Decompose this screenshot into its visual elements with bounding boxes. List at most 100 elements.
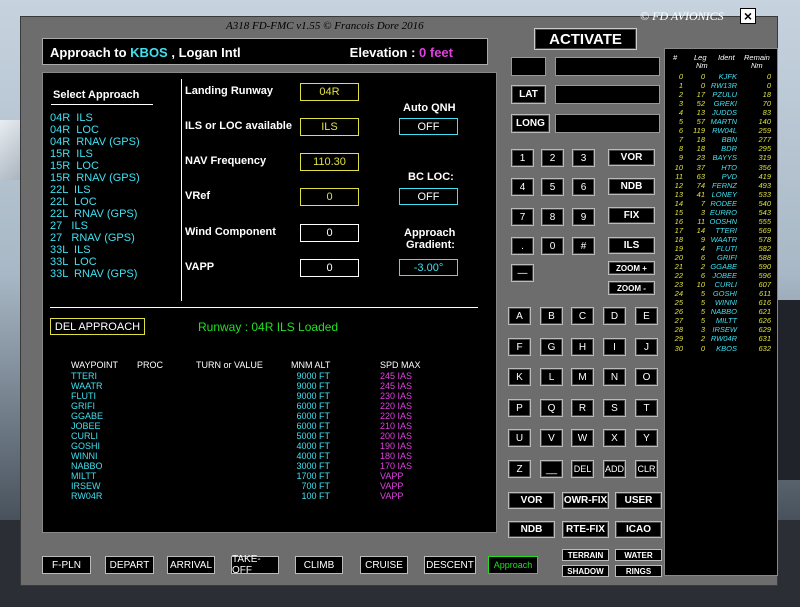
letter-key[interactable]: I xyxy=(603,338,626,356)
zoom-out-button[interactable]: ZOOM - xyxy=(608,281,655,295)
tab-approach[interactable]: Approach xyxy=(488,556,538,574)
close-button[interactable]: × xyxy=(740,8,756,24)
letter-key[interactable]: CLR xyxy=(635,460,658,478)
approach-item[interactable]: 27 ILS xyxy=(50,220,140,232)
letter-key[interactable]: S xyxy=(603,399,626,417)
letter-key[interactable]: A xyxy=(508,307,531,325)
digit-key[interactable]: 9 xyxy=(572,208,595,226)
leg-row[interactable]: 29 2 RW04R 631 xyxy=(665,334,779,343)
table-row[interactable]: TTERI 9000 FT 245 IAS xyxy=(43,371,498,381)
letter-key[interactable]: T xyxy=(635,399,658,417)
digit-key[interactable]: # xyxy=(572,237,595,255)
rings-button[interactable]: RINGS xyxy=(615,565,662,577)
owr-fix-button[interactable]: OWR-FIX xyxy=(562,492,609,509)
approach-item[interactable]: 22L ILS xyxy=(50,184,140,196)
table-row[interactable]: GGABE 6000 FT 220 IAS xyxy=(43,411,498,421)
table-row[interactable]: JOBEE 6000 FT 210 IAS xyxy=(43,421,498,431)
icao-button[interactable]: ICAO xyxy=(615,521,662,538)
leg-row[interactable]: 18 9 WAATR 578 xyxy=(665,235,779,244)
digit-key[interactable]: 4 xyxy=(511,178,534,196)
table-row[interactable]: IRSEW 700 FT VAPP xyxy=(43,481,498,491)
activate-button[interactable]: ACTIVATE xyxy=(534,28,637,50)
tab-take-off[interactable]: TAKE-OFF xyxy=(231,554,279,576)
leg-row[interactable]: 17 14 TTERI 569 xyxy=(665,226,779,235)
leg-row[interactable]: 21 2 GGABE 590 xyxy=(665,262,779,271)
approach-item[interactable]: 33L RNAV (GPS) xyxy=(50,268,140,280)
vref-field[interactable]: 0 xyxy=(300,188,359,206)
approach-item[interactable]: 04R ILS xyxy=(50,112,140,124)
leg-row[interactable]: 6 119 RW04L 259 xyxy=(665,126,779,135)
long-button[interactable]: LONG xyxy=(511,114,550,133)
approach-item[interactable]: 15R LOC xyxy=(50,160,140,172)
letter-key[interactable]: Y xyxy=(635,429,658,447)
letter-key[interactable]: O xyxy=(635,368,658,386)
table-row[interactable]: WINNI 4000 FT 180 IAS xyxy=(43,451,498,461)
vor-filter-button[interactable]: VOR xyxy=(508,492,555,509)
tab-f-pln[interactable]: F-PLN xyxy=(42,556,91,574)
tab-arrival[interactable]: ARRIVAL xyxy=(167,556,215,574)
table-row[interactable]: MILTT 1700 FT VAPP xyxy=(43,471,498,481)
letter-key[interactable]: C xyxy=(571,307,594,325)
approach-item[interactable]: 04R LOC xyxy=(50,124,140,136)
leg-row[interactable]: 15 3 EURRO 543 xyxy=(665,208,779,217)
letter-key[interactable]: Q xyxy=(540,399,563,417)
del-approach-button[interactable]: DEL APPROACH xyxy=(50,318,145,335)
letter-key[interactable]: V xyxy=(540,429,563,447)
letter-key[interactable]: B xyxy=(540,307,563,325)
letter-key[interactable]: U xyxy=(508,429,531,447)
digit-key[interactable]: 1 xyxy=(511,149,534,167)
letter-key[interactable]: X xyxy=(603,429,626,447)
table-row[interactable]: RW04R 100 FT VAPP xyxy=(43,491,498,501)
approach-item[interactable]: 33L LOC xyxy=(50,256,140,268)
tab-descent[interactable]: DESCENT xyxy=(424,556,476,574)
leg-row[interactable]: 5 57 MARTN 140 xyxy=(665,117,779,126)
letter-key[interactable]: N xyxy=(603,368,626,386)
leg-row[interactable]: 27 5 MILTT 626 xyxy=(665,316,779,325)
digit-key[interactable]: 6 xyxy=(572,178,595,196)
lat-button[interactable]: LAT xyxy=(511,85,546,104)
approach-item[interactable]: 33L ILS xyxy=(50,244,140,256)
letter-key[interactable]: J xyxy=(635,338,658,356)
leg-row[interactable]: 12 74 FERNZ 493 xyxy=(665,181,779,190)
digit-key[interactable]: 0 xyxy=(541,237,564,255)
approach-item[interactable]: 15R ILS xyxy=(50,148,140,160)
leg-row[interactable]: 20 6 GRIFI 588 xyxy=(665,253,779,262)
terrain-button[interactable]: TERRAIN xyxy=(562,549,609,561)
auto-qnh-toggle[interactable]: OFF xyxy=(399,118,458,135)
letter-key[interactable]: R xyxy=(571,399,594,417)
vor-button[interactable]: VOR xyxy=(608,149,655,166)
wind-component-field[interactable]: 0 xyxy=(300,224,359,242)
table-row[interactable]: WAATR 9000 FT 245 IAS xyxy=(43,381,498,391)
leg-row[interactable]: 0 0 KJFK 0 xyxy=(665,72,779,81)
leg-row[interactable]: 7 18 BBN 277 xyxy=(665,135,779,144)
leg-row[interactable]: 3 52 GREKI 70 xyxy=(665,99,779,108)
fix-button[interactable]: FIX xyxy=(608,207,655,224)
leg-row[interactable]: 1 0 RW13R 0 xyxy=(665,81,779,90)
letter-key[interactable]: E xyxy=(635,307,658,325)
leg-row[interactable]: 9 23 BAYYS 319 xyxy=(665,153,779,162)
ndb-filter-button[interactable]: NDB xyxy=(508,521,555,538)
zoom-in-button[interactable]: ZOOM + xyxy=(608,261,655,275)
bc-loc-toggle[interactable]: OFF xyxy=(399,188,458,205)
digit-key[interactable]: 8 xyxy=(541,208,564,226)
tab-cruise[interactable]: CRUISE xyxy=(360,556,408,574)
letter-key[interactable]: G xyxy=(540,338,563,356)
nav-frequency-field[interactable]: 110.30 xyxy=(300,153,359,171)
table-row[interactable]: NABBO 3000 FT 170 IAS xyxy=(43,461,498,471)
leg-row[interactable]: 22 6 JOBEE 596 xyxy=(665,271,779,280)
water-button[interactable]: WATER xyxy=(615,549,662,561)
digit-key[interactable]: — xyxy=(511,264,534,282)
leg-row[interactable]: 10 37 HTO 356 xyxy=(665,163,779,172)
letter-key[interactable]: D xyxy=(603,307,626,325)
leg-row[interactable]: 24 5 GOSHI 611 xyxy=(665,289,779,298)
leg-row[interactable]: 25 5 WINNI 616 xyxy=(665,298,779,307)
letter-key[interactable]: M xyxy=(571,368,594,386)
approach-item[interactable]: 22L LOC xyxy=(50,196,140,208)
ndb-button[interactable]: NDB xyxy=(608,178,655,195)
tab-climb[interactable]: CLIMB xyxy=(295,556,343,574)
table-row[interactable]: GRIFI 6000 FT 220 IAS xyxy=(43,401,498,411)
table-row[interactable]: GOSHI 4000 FT 190 IAS xyxy=(43,441,498,451)
letter-key[interactable]: W xyxy=(571,429,594,447)
leg-row[interactable]: 14 7 RODEE 540 xyxy=(665,199,779,208)
rte-fix-button[interactable]: RTE-FIX xyxy=(562,521,609,538)
